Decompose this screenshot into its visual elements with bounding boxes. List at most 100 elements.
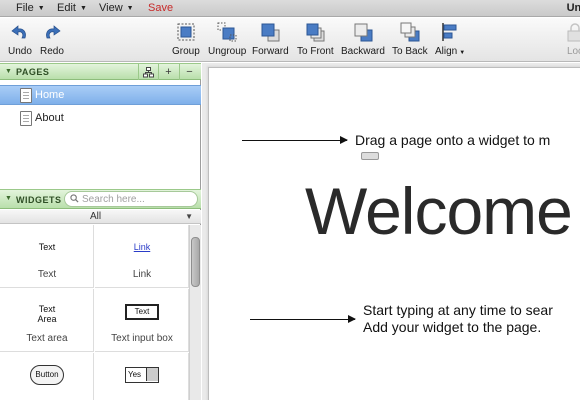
align-label: Align — [435, 46, 458, 57]
lock-button[interactable]: Loc — [564, 21, 580, 57]
page-item-label: About — [35, 112, 64, 124]
left-panel: ▼ PAGES + − Home About ▼ WIDGETS Search … — [0, 63, 201, 400]
align-button[interactable]: Align ▼ — [435, 21, 465, 57]
redo-label: Redo — [40, 46, 64, 57]
collapse-triangle-icon[interactable]: ▼ — [5, 68, 12, 75]
widget-button[interactable]: Button — [0, 353, 94, 400]
align-icon — [442, 23, 457, 41]
align-label-wrap: Align ▼ — [435, 46, 465, 57]
send-backward-icon — [354, 23, 373, 42]
widget-text-input-box[interactable]: Text Text input box — [95, 289, 189, 352]
group-button[interactable]: Group — [172, 21, 200, 57]
widget-preview: Text — [38, 242, 56, 252]
widget-label: Text input box — [111, 333, 173, 344]
hint-arrow-icon — [250, 315, 356, 323]
chevron-down-icon: ▼ — [185, 212, 193, 221]
widget-library: Text Text Link Link Text Area Text area … — [0, 225, 189, 400]
undo-button[interactable]: Undo — [8, 21, 32, 57]
ungroup-label: Ungroup — [208, 46, 247, 57]
widget-text-area[interactable]: Text Area Text area — [0, 289, 94, 352]
group-label: Group — [172, 46, 200, 57]
drag-hint-text: Drag a page onto a widget to m — [355, 132, 551, 148]
chevron-down-icon: ▼ — [79, 5, 87, 12]
remove-page-button[interactable]: − — [179, 64, 199, 80]
backward-label: Backward — [341, 46, 385, 57]
widget-spinner[interactable]: Yes — [95, 353, 189, 400]
ungroup-icon — [217, 22, 237, 42]
widget-preview: Text Area — [0, 304, 94, 324]
lock-icon — [567, 23, 580, 42]
widgets-header[interactable]: ▼ WIDGETS — [0, 189, 201, 209]
widget-preview: Text — [125, 304, 159, 320]
to-back-button[interactable]: To Back — [392, 21, 428, 57]
collapse-triangle-icon[interactable]: ▼ — [5, 195, 12, 202]
widgets-title: WIDGETS — [16, 195, 62, 205]
undo-label: Undo — [8, 46, 32, 57]
typing-hint-line: Start typing at any time to sear — [363, 302, 553, 318]
to-front-button[interactable]: To Front — [297, 21, 334, 57]
page-item-about[interactable]: About — [0, 109, 201, 129]
to-front-label: To Front — [297, 46, 334, 57]
page-icon — [20, 111, 32, 126]
page-tree-icon — [143, 66, 154, 77]
widget-search[interactable] — [64, 191, 198, 207]
menu-bar: File▼ Edit▼ View▼ Save Unti — [0, 0, 580, 17]
widget-preview-value: Yes — [128, 370, 142, 379]
menu-view-label: View — [99, 2, 123, 14]
menu-edit[interactable]: Edit ▼ — [57, 2, 87, 14]
add-page-button[interactable]: + — [158, 64, 178, 80]
chevron-down-icon: ▼ — [126, 5, 134, 12]
redo-icon — [46, 25, 61, 39]
chevron-down-icon: ▼ — [37, 5, 45, 12]
menu-edit-label: Edit — [57, 2, 76, 14]
widget-search-input[interactable] — [82, 193, 192, 205]
group-icon — [177, 23, 195, 41]
app-window: File▼ Edit▼ View▼ Save Unti Undo Redo — [0, 0, 580, 400]
lock-label: Loc — [566, 46, 580, 57]
spinner-arrows-icon — [146, 368, 158, 381]
widget-link[interactable]: Link Link — [95, 225, 189, 288]
pages-title: PAGES — [16, 67, 50, 77]
widget-scrollbar[interactable] — [189, 225, 201, 400]
forward-label: Forward — [252, 46, 289, 57]
bring-to-front-icon — [306, 23, 325, 42]
widget-text[interactable]: Text Text — [0, 225, 94, 288]
page-item-home[interactable]: Home — [0, 85, 201, 105]
typing-hint-text: Start typing at any time to sear Add you… — [363, 302, 553, 336]
typing-hint-line: Add your widget to the page. — [363, 319, 542, 335]
widget-preview-line: Text — [38, 304, 56, 314]
document-title: Unti — [566, 2, 580, 14]
page-item-label: Home — [35, 89, 65, 101]
page-icon — [20, 88, 32, 103]
welcome-heading[interactable]: Welcome — [305, 173, 573, 249]
toolbar: Undo Redo Group Ungroup Forward To Front… — [0, 18, 580, 62]
small-chip-icon — [361, 152, 379, 160]
widget-filter-dropdown[interactable]: All ▼ — [0, 210, 201, 224]
widget-preview: Yes — [125, 367, 159, 383]
page-options-button[interactable] — [138, 64, 158, 80]
page-canvas[interactable]: Drag a page onto a widget to m Welcome S… — [208, 67, 580, 400]
widget-preview: Link — [133, 242, 151, 252]
widget-preview: Button — [30, 365, 64, 385]
menu-file[interactable]: File ▼ — [16, 2, 45, 14]
undo-icon — [11, 25, 26, 39]
chevron-down-icon: ▼ — [459, 50, 466, 56]
redo-button[interactable]: Redo — [40, 21, 64, 57]
save-menu-button[interactable]: Save — [148, 2, 173, 14]
widget-label: Link — [132, 269, 152, 280]
widget-filter-value: All — [89, 211, 102, 222]
search-icon — [70, 194, 79, 203]
send-to-back-icon — [400, 22, 420, 42]
menu-file-label: File — [16, 2, 34, 14]
widget-label: Text — [37, 269, 57, 280]
hint-arrow-icon — [242, 136, 348, 144]
forward-button[interactable]: Forward — [252, 21, 289, 57]
scrollbar-thumb[interactable] — [191, 237, 200, 287]
backward-button[interactable]: Backward — [341, 21, 385, 57]
menu-view[interactable]: View ▼ — [99, 2, 134, 14]
canvas-area[interactable]: Drag a page onto a widget to m Welcome S… — [202, 63, 580, 400]
widget-preview-line: Area — [37, 314, 57, 324]
to-back-label: To Back — [392, 46, 428, 57]
ungroup-button[interactable]: Ungroup — [208, 21, 246, 57]
pages-header[interactable]: ▼ PAGES + − — [0, 63, 201, 80]
